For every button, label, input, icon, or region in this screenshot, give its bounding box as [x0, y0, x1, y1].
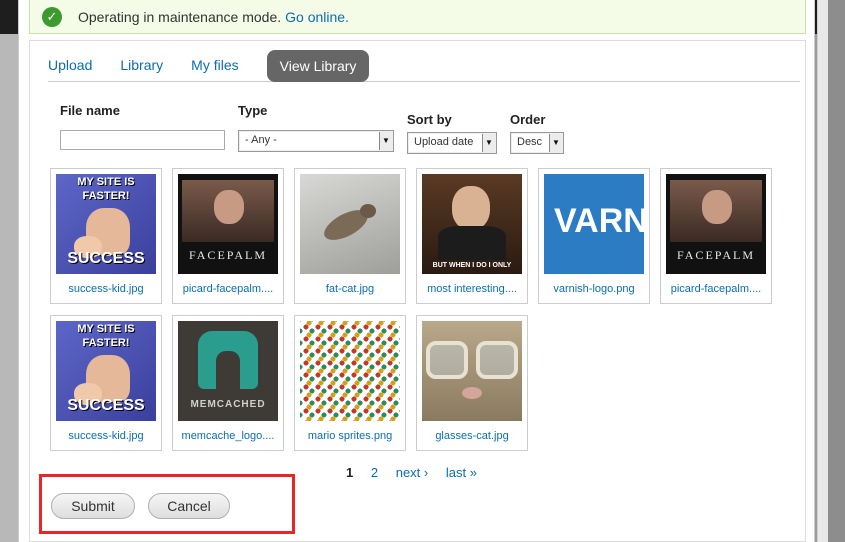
- check-icon: ✓: [42, 6, 62, 27]
- picard-head-shape: [214, 190, 244, 224]
- glasses-right-lens: [476, 341, 518, 379]
- file-thumbnail[interactable]: glasses-cat.jpg: [416, 315, 528, 451]
- success-top-text: MY SITE IS: [77, 323, 135, 335]
- file-thumbnail[interactable]: MY SITE IS FASTER! SUCCESS success-kid.j…: [50, 168, 162, 304]
- pager: 1 2 next › last »: [346, 465, 491, 480]
- file-name-label: File name: [60, 103, 120, 118]
- file-name-caption[interactable]: glasses-cat.jpg: [417, 430, 527, 442]
- glasses-left-lens: [426, 341, 468, 379]
- cancel-button[interactable]: Cancel: [148, 493, 230, 519]
- submit-button[interactable]: Submit: [51, 493, 135, 519]
- file-thumbnail[interactable]: BUT WHEN I DO I ONLY most interesting...…: [416, 168, 528, 304]
- file-thumbnail[interactable]: MEMCACHED memcache_logo....: [172, 315, 284, 451]
- sort-by-select[interactable]: Upload date ▼: [407, 132, 497, 154]
- order-value: Desc: [517, 136, 543, 148]
- order-select[interactable]: Desc ▼: [510, 132, 564, 154]
- glasses-cat-image: [422, 321, 522, 421]
- file-name-caption[interactable]: memcache_logo....: [173, 430, 283, 442]
- cat-nose-shape: [462, 387, 482, 399]
- file-name-caption[interactable]: picard-facepalm....: [173, 283, 283, 295]
- file-name-caption[interactable]: success-kid.jpg: [51, 283, 161, 295]
- facepalm-text: FACEPALM: [188, 248, 268, 262]
- interesting-bottom-text: BUT WHEN I DO I ONLY: [432, 262, 512, 269]
- tab-view-library[interactable]: View Library: [266, 50, 370, 82]
- facepalm-text: FACEPALM: [676, 248, 756, 262]
- success-kid-image: MY SITE IS FASTER! SUCCESS: [56, 321, 156, 421]
- file-name-caption[interactable]: most interesting....: [417, 283, 527, 295]
- picard-facepalm-image: FACEPALM: [178, 174, 278, 274]
- pager-next-link[interactable]: next ›: [396, 465, 429, 480]
- memcache-logo-image: MEMCACHED: [178, 321, 278, 421]
- tab-my-files[interactable]: My files: [191, 57, 238, 81]
- filter-form: File name Type - Any - ▼ Sort by Upload …: [60, 103, 780, 155]
- success-mid-text: FASTER!: [82, 337, 130, 349]
- success-mid-text: FASTER!: [82, 190, 130, 202]
- success-kid-image: MY SITE IS FASTER! SUCCESS: [56, 174, 156, 274]
- varnish-text: VARN: [554, 202, 644, 240]
- file-name-caption[interactable]: fat-cat.jpg: [295, 283, 405, 295]
- fat-cat-image: [300, 174, 400, 274]
- background-right-strip: [828, 0, 845, 542]
- file-thumbnail[interactable]: MY SITE IS FASTER! SUCCESS success-kid.j…: [50, 315, 162, 451]
- file-name-caption[interactable]: success-kid.jpg: [51, 430, 161, 442]
- order-label: Order: [510, 112, 546, 127]
- pager-page-link[interactable]: 2: [371, 465, 378, 480]
- modal-scrollbar[interactable]: [817, 0, 828, 542]
- dropdown-arrow-icon: ▼: [379, 132, 392, 150]
- type-label: Type: [238, 103, 268, 118]
- sort-by-label: Sort by: [407, 112, 452, 127]
- file-name-input[interactable]: [60, 130, 225, 150]
- pager-page-current: 1: [346, 465, 354, 480]
- man-face-shape: [452, 186, 490, 230]
- file-thumbnail[interactable]: FACEPALM picard-facepalm....: [660, 168, 772, 304]
- success-bottom-text: SUCCESS: [67, 250, 145, 267]
- dropdown-arrow-icon: ▼: [549, 134, 562, 152]
- picard-head-shape: [702, 190, 732, 224]
- sort-by-value: Upload date: [414, 136, 474, 148]
- success-top-text: MY SITE IS: [77, 176, 135, 188]
- tab-library[interactable]: Library: [120, 57, 163, 81]
- type-select[interactable]: - Any - ▼: [238, 130, 394, 152]
- tab-bar: Upload Library My files View Library: [48, 49, 800, 82]
- type-select-value: - Any -: [245, 134, 277, 146]
- file-thumbnail[interactable]: mario sprites.png: [294, 315, 406, 451]
- file-name-caption[interactable]: varnish-logo.png: [539, 283, 649, 295]
- go-online-link[interactable]: Go online.: [285, 9, 349, 25]
- success-bottom-text: SUCCESS: [67, 397, 145, 414]
- file-name-caption[interactable]: mario sprites.png: [295, 430, 405, 442]
- media-browser-modal: ✓ Operating in maintenance mode. Go onli…: [18, 0, 828, 542]
- memcached-text: MEMCACHED: [190, 399, 266, 410]
- file-thumbnail[interactable]: VARN varnish-logo.png: [538, 168, 650, 304]
- file-thumbnail[interactable]: fat-cat.jpg: [294, 168, 406, 304]
- most-interesting-man-image: BUT WHEN I DO I ONLY: [422, 174, 522, 274]
- varnish-logo-image: VARN: [544, 174, 644, 274]
- memcache-m-cutout: [216, 351, 240, 389]
- tab-upload[interactable]: Upload: [48, 57, 92, 81]
- pager-last-link[interactable]: last »: [446, 465, 477, 480]
- status-message: Operating in maintenance mode.: [78, 8, 282, 25]
- picard-facepalm-image: FACEPALM: [666, 174, 766, 274]
- media-dialog: Upload Library My files View Library Fil…: [29, 40, 806, 542]
- dropdown-arrow-icon: ▼: [482, 134, 495, 152]
- maintenance-status: ✓ Operating in maintenance mode. Go onli…: [29, 0, 806, 34]
- file-name-caption[interactable]: picard-facepalm....: [661, 283, 771, 295]
- man-suit-shape: [438, 226, 506, 260]
- mario-sprites-image: [300, 321, 400, 421]
- file-thumbnail[interactable]: FACEPALM picard-facepalm....: [172, 168, 284, 304]
- cat-head-shape: [360, 204, 376, 218]
